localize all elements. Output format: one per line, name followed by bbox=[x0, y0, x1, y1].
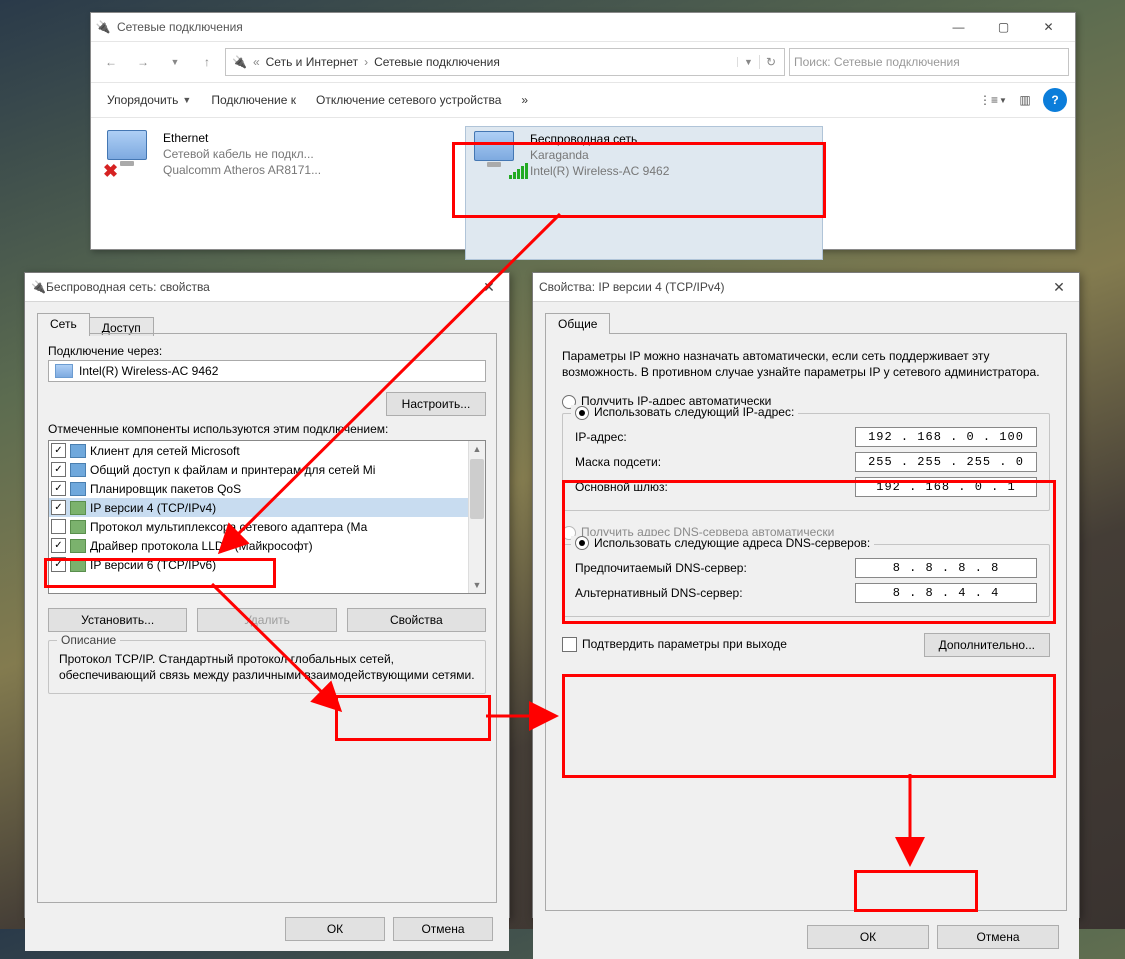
close-button[interactable]: ✕ bbox=[1045, 276, 1073, 298]
connect-to-button[interactable]: Подключение к bbox=[203, 89, 304, 111]
close-button[interactable]: ✕ bbox=[1026, 13, 1071, 41]
dialog-title: Беспроводная сеть: свойства bbox=[46, 280, 210, 294]
search-input[interactable]: Поиск: Сетевые подключения bbox=[789, 48, 1069, 76]
list-item-ipv4[interactable]: ✓IP версии 4 (TCP/IPv4) bbox=[49, 498, 485, 517]
mask-label: Маска подсети: bbox=[575, 455, 855, 469]
view-options-icon[interactable]: ⋮≡▼ bbox=[979, 88, 1007, 112]
component-icon bbox=[70, 482, 86, 496]
component-icon bbox=[70, 539, 86, 553]
tab-general[interactable]: Общие bbox=[545, 313, 610, 334]
ethernet-icon: ✖ bbox=[107, 130, 155, 178]
address-bar: ← → ▼ ↑ 🔌 « Сеть и Интернет › Сетевые по… bbox=[91, 42, 1075, 82]
radio-use-dns[interactable]: Использовать следующие адреса DNS-сервер… bbox=[571, 536, 874, 551]
cancel-button[interactable]: Отмена bbox=[393, 917, 493, 941]
close-button[interactable]: ✕ bbox=[475, 276, 503, 298]
help-icon[interactable]: ? bbox=[1043, 88, 1067, 112]
tabstrip: Сеть Доступ bbox=[33, 310, 501, 334]
dns1-input[interactable]: 8 . 8 . 8 . 8 bbox=[855, 558, 1037, 578]
connection-wireless[interactable]: Беспроводная сеть Karaganda Intel(R) Wir… bbox=[465, 126, 823, 260]
recent-button[interactable]: ▼ bbox=[161, 49, 189, 75]
network-connections-window: 🔌 Сетевые подключения — ▢ ✕ ← → ▼ ↑ 🔌 « … bbox=[90, 12, 1076, 250]
gateway-label: Основной шлюз: bbox=[575, 480, 855, 494]
list-item[interactable]: ✓Драйвер протокола LLDP (Майкрософт) bbox=[49, 536, 485, 555]
dialog-titlebar: 🔌 Беспроводная сеть: свойства ✕ bbox=[25, 273, 509, 302]
tab-network[interactable]: Сеть bbox=[37, 313, 90, 334]
description-group: Описание Протокол TCP/IP. Стандартный пр… bbox=[48, 640, 486, 694]
gateway-input[interactable]: 192 . 168 . 0 . 1 bbox=[855, 477, 1037, 497]
dns1-label: Предпочитаемый DNS-сервер: bbox=[575, 561, 855, 575]
description-text: Протокол TCP/IP. Стандартный протокол гл… bbox=[59, 651, 475, 683]
components-list[interactable]: ✓Клиент для сетей Microsoft ✓Общий досту… bbox=[48, 440, 486, 594]
dialog-title: Свойства: IP версии 4 (TCP/IPv4) bbox=[539, 280, 725, 294]
breadcrumb-item[interactable]: Сеть и Интернет bbox=[262, 49, 362, 75]
breadcrumb-icon: 🔌 bbox=[228, 49, 251, 75]
confirm-checkbox[interactable]: Подтвердить параметры при выходе bbox=[562, 637, 787, 652]
intro-text: Параметры IP можно назначать автоматичес… bbox=[562, 348, 1050, 380]
up-button[interactable]: ↑ bbox=[193, 49, 221, 75]
command-bar: Упорядочить▼ Подключение к Отключение се… bbox=[91, 82, 1075, 118]
breadcrumb-item[interactable]: Сетевые подключения bbox=[370, 49, 504, 75]
configure-button[interactable]: Настроить... bbox=[386, 392, 486, 416]
wireless-icon bbox=[474, 131, 522, 179]
list-item[interactable]: ✓Клиент для сетей Microsoft bbox=[49, 441, 485, 460]
dns2-label: Альтернативный DNS-сервер: bbox=[575, 586, 855, 600]
ip-label: IP-адрес: bbox=[575, 430, 855, 444]
component-icon bbox=[70, 501, 86, 515]
dns2-input[interactable]: 8 . 8 . 4 . 4 bbox=[855, 583, 1037, 603]
titlebar: 🔌 Сетевые подключения — ▢ ✕ bbox=[91, 13, 1075, 42]
more-commands[interactable]: » bbox=[513, 89, 536, 111]
component-icon bbox=[70, 558, 86, 572]
preview-pane-icon[interactable]: ▥ bbox=[1011, 88, 1039, 112]
adapter-icon: 🔌 bbox=[31, 280, 46, 294]
ip-input[interactable]: 192 . 168 . 0 . 100 bbox=[855, 427, 1037, 447]
disable-device-button[interactable]: Отключение сетевого устройства bbox=[308, 89, 509, 111]
mask-input[interactable]: 255 . 255 . 255 . 0 bbox=[855, 452, 1037, 472]
forward-button[interactable]: → bbox=[129, 49, 157, 75]
ok-button[interactable]: ОК bbox=[285, 917, 385, 941]
scrollbar[interactable]: ▲▼ bbox=[468, 441, 485, 593]
adapter-properties-dialog: 🔌 Беспроводная сеть: свойства ✕ Сеть Дос… bbox=[24, 272, 510, 918]
list-item[interactable]: ✓Общий доступ к файлам и принтерам для с… bbox=[49, 460, 485, 479]
adapter-mini-icon bbox=[55, 364, 73, 378]
connect-via-label: Подключение через: bbox=[48, 344, 486, 358]
components-label: Отмеченные компоненты используются этим … bbox=[48, 422, 486, 436]
list-item[interactable]: ✓Планировщик пакетов QoS bbox=[49, 479, 485, 498]
minimize-button[interactable]: — bbox=[936, 13, 981, 41]
organize-menu[interactable]: Упорядочить▼ bbox=[99, 89, 199, 111]
window-title: Сетевые подключения bbox=[117, 20, 936, 34]
component-icon bbox=[70, 463, 86, 477]
maximize-button[interactable]: ▢ bbox=[981, 13, 1026, 41]
ipv4-properties-dialog: Свойства: IP версии 4 (TCP/IPv4) ✕ Общие… bbox=[532, 272, 1080, 918]
breadcrumb[interactable]: 🔌 « Сеть и Интернет › Сетевые подключени… bbox=[225, 48, 785, 76]
component-icon bbox=[70, 520, 86, 534]
radio-use-ip[interactable]: Использовать следующий IP-адрес: bbox=[571, 405, 798, 420]
back-button[interactable]: ← bbox=[97, 49, 125, 75]
tabstrip: Общие bbox=[541, 310, 1071, 334]
install-button[interactable]: Установить... bbox=[48, 608, 187, 632]
list-item[interactable]: Протокол мультиплексора сетевого адаптер… bbox=[49, 517, 485, 536]
connections-list: ✖ Ethernet Сетевой кабель не подкл... Qu… bbox=[91, 118, 1075, 268]
connection-ethernet[interactable]: ✖ Ethernet Сетевой кабель не подкл... Qu… bbox=[99, 126, 455, 260]
adapter-field: Intel(R) Wireless-AC 9462 bbox=[48, 360, 486, 382]
list-item[interactable]: ✓IP версии 6 (TCP/IPv6) bbox=[49, 555, 485, 574]
dialog-titlebar: Свойства: IP версии 4 (TCP/IPv4) ✕ bbox=[533, 273, 1079, 302]
properties-button[interactable]: Свойства bbox=[347, 608, 486, 632]
network-icon: 🔌 bbox=[95, 19, 111, 35]
component-icon bbox=[70, 444, 86, 458]
advanced-button[interactable]: Дополнительно... bbox=[924, 633, 1050, 657]
remove-button: Удалить bbox=[197, 608, 336, 632]
